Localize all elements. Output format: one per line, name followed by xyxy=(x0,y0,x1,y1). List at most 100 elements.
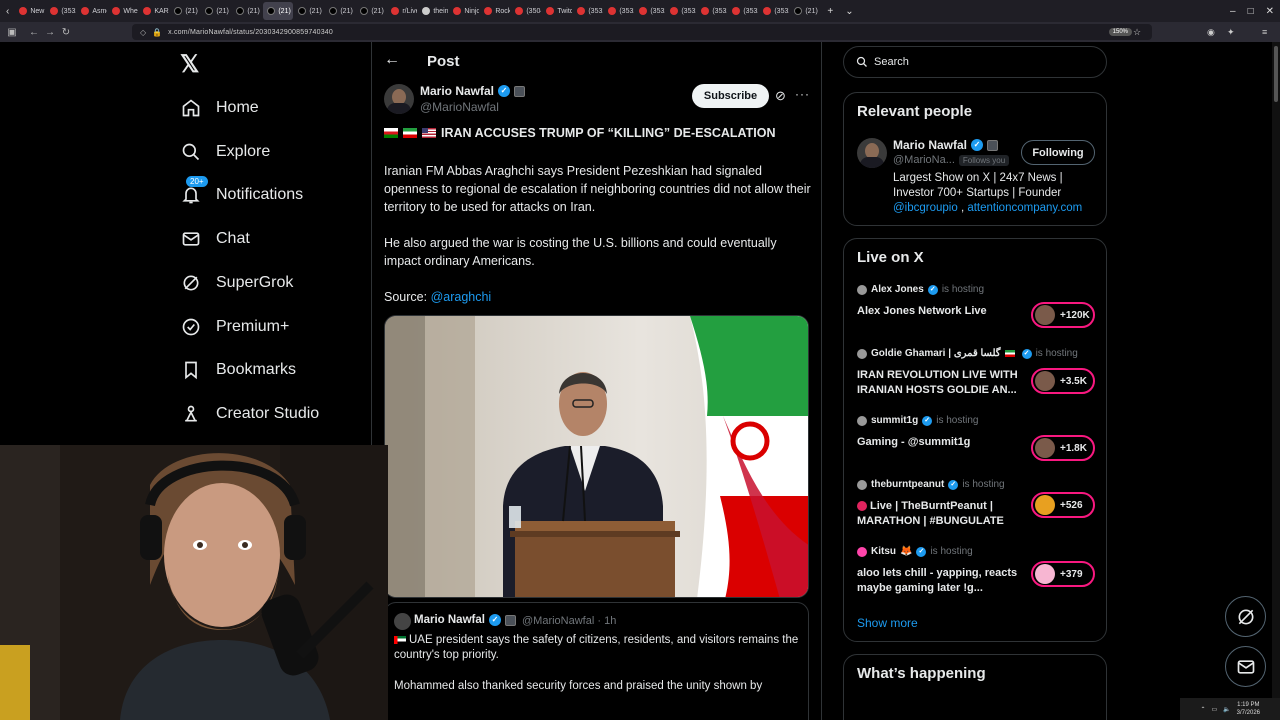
forward-icon[interactable]: → xyxy=(42,27,58,38)
nav-item-bookmarks[interactable]: Bookmarks xyxy=(180,359,296,381)
bookmark-star-icon[interactable]: ☆ xyxy=(1133,27,1141,38)
host-avatar xyxy=(857,284,867,295)
live-listener-count[interactable]: +1.8K xyxy=(1031,435,1095,461)
quote-author-handle[interactable]: @MarioNawfal · 1h xyxy=(522,615,616,627)
nav-item-notifications[interactable]: 20+ Notifications xyxy=(180,176,303,206)
page-title: Post xyxy=(427,53,460,70)
browser-tab[interactable]: (3532 xyxy=(46,2,76,20)
live-listener-count[interactable]: +526 xyxy=(1031,492,1095,518)
quote-author-avatar[interactable] xyxy=(394,613,411,630)
more-options-icon[interactable]: ··· xyxy=(795,87,810,101)
browser-tab[interactable]: (21) 2 xyxy=(294,2,324,20)
nav-item-supergrok[interactable]: SuperGrok xyxy=(180,272,293,294)
nav-item-creator-studio[interactable]: Creator Studio xyxy=(180,403,319,425)
source-link[interactable]: @araghchi xyxy=(431,290,492,304)
tab-favicon-icon xyxy=(608,7,617,15)
nav-item-chat[interactable]: Chat xyxy=(180,228,250,250)
extensions-icon[interactable]: ✦ xyxy=(1227,27,1235,38)
live-listener-count[interactable]: +120K xyxy=(1031,302,1095,328)
nav-item-home[interactable]: Home xyxy=(180,97,259,119)
browser-tab[interactable]: (21) I xyxy=(790,2,820,20)
relevant-verified-icon: ✓ xyxy=(971,139,984,151)
browser-tab[interactable]: r/Live xyxy=(387,2,417,20)
relevant-name-row[interactable]: Mario Nawfal ✓ xyxy=(893,138,999,152)
quote-author-row[interactable]: Mario Nawfal ✓ xyxy=(414,614,516,626)
grok-fab-button[interactable] xyxy=(1225,596,1266,637)
live-title: Gaming - @summit1g xyxy=(857,436,971,448)
search-box[interactable]: Search xyxy=(843,46,1107,78)
back-icon[interactable]: ← xyxy=(26,27,42,38)
zoom-level[interactable]: 150% xyxy=(1108,28,1132,36)
live-listener-count[interactable]: +3.5K xyxy=(1031,368,1095,394)
tray-chevron-icon[interactable]: ⌃ xyxy=(1200,706,1205,713)
relevant-name[interactable]: Mario Nawfal xyxy=(893,138,967,152)
browser-tab[interactable]: (21) I xyxy=(356,2,386,20)
maximize-button[interactable]: □ xyxy=(1242,6,1260,17)
network-icon[interactable]: ▭ xyxy=(1211,706,1217,713)
browser-tab[interactable]: Twitc xyxy=(542,2,572,20)
nav-item-explore[interactable]: Explore xyxy=(180,141,270,163)
browser-tab[interactable]: Rocke xyxy=(480,2,510,20)
browser-tab[interactable]: (21) I xyxy=(201,2,231,20)
notification-badge: 20+ xyxy=(186,176,208,187)
nav-label-bookmarks: Bookmarks xyxy=(216,361,297,378)
url-text[interactable]: x.com/MarioNawfal/status/203034290085974… xyxy=(168,29,333,36)
x-logo-icon[interactable]: 𝕏 xyxy=(180,50,199,79)
url-bar[interactable]: ◇ 🔒 x.com/MarioNawfal/status/20303429008… xyxy=(132,24,1152,40)
subscribe-button[interactable]: Subscribe xyxy=(692,84,769,108)
scrollbar-thumb[interactable] xyxy=(1274,46,1278,102)
author-avatar[interactable] xyxy=(384,84,414,114)
back-arrow-icon[interactable]: ← xyxy=(384,51,400,69)
browser-tab[interactable]: (3532 xyxy=(728,2,758,20)
browser-tab[interactable]: (3532 xyxy=(573,2,603,20)
menu-icon[interactable]: ≡ xyxy=(1262,27,1267,37)
volume-icon[interactable]: 🔈 xyxy=(1223,706,1230,713)
browser-tab[interactable]: (3532 xyxy=(635,2,665,20)
browser-tab[interactable]: (21) xyxy=(263,2,294,20)
browser-tab[interactable]: Wher xyxy=(108,2,138,20)
browser-tab[interactable]: (3532 xyxy=(697,2,727,20)
bio-link-ibcgroupio[interactable]: @ibcgroupio xyxy=(893,202,958,214)
minimize-button[interactable]: – xyxy=(1224,6,1242,17)
close-window-button[interactable]: ✕ xyxy=(1260,6,1280,17)
sidebar-toggle-icon[interactable]: ▣ xyxy=(4,27,20,38)
clock[interactable]: 1:19 PM 3/7/2026 xyxy=(1237,701,1260,717)
author-name-row[interactable]: Mario Nawfal ✓ xyxy=(420,84,526,98)
tab-favicon-icon xyxy=(236,7,245,15)
new-tab-button[interactable]: + xyxy=(821,6,839,17)
browser-tab[interactable]: (21) I xyxy=(325,2,355,20)
browser-tab[interactable]: theine xyxy=(418,2,448,20)
bio-link-attentioncompany[interactable]: attentioncompany.com xyxy=(967,202,1082,214)
post-image[interactable] xyxy=(384,315,809,598)
messages-fab-button[interactable] xyxy=(1225,646,1266,687)
lock-icon[interactable]: 🔒 xyxy=(152,28,162,37)
browser-tab[interactable]: (3532 xyxy=(666,2,696,20)
browser-tab[interactable]: (21) I xyxy=(170,2,200,20)
live-listener-count[interactable]: +379 xyxy=(1031,561,1095,587)
tab-list-icon[interactable]: ‹ xyxy=(0,6,15,17)
browser-tab[interactable]: (21) I xyxy=(232,2,262,20)
author-handle[interactable]: @MarioNawfal xyxy=(420,100,499,114)
browser-tab[interactable]: New xyxy=(15,2,45,20)
shield-icon[interactable]: ◇ xyxy=(140,28,146,37)
relevant-handle[interactable]: @MarioNa... xyxy=(893,154,955,166)
tab-overflow-icon[interactable]: ⌄ xyxy=(839,6,859,17)
browser-tab[interactable]: (3532 xyxy=(759,2,789,20)
show-more-link[interactable]: Show more xyxy=(857,616,918,630)
browser-tab[interactable]: (3504 xyxy=(511,2,541,20)
author-name[interactable]: Mario Nawfal xyxy=(420,84,494,98)
following-button[interactable]: Following xyxy=(1021,140,1095,165)
browser-tab[interactable]: Ninjo xyxy=(449,2,479,20)
browser-tab[interactable]: Asmo xyxy=(77,2,107,20)
quote-author-name[interactable]: Mario Nawfal xyxy=(414,614,485,626)
search-placeholder[interactable]: Search xyxy=(874,56,909,68)
page-scrollbar[interactable] xyxy=(1272,42,1280,720)
relevant-avatar[interactable] xyxy=(857,138,887,168)
browser-tab[interactable]: (3532 xyxy=(604,2,634,20)
quoted-post[interactable]: Mario Nawfal ✓ @MarioNawfal · 1h UAE pre… xyxy=(384,602,809,720)
reload-icon[interactable]: ↻ xyxy=(58,27,74,38)
nav-item-premium[interactable]: Premium+ xyxy=(180,316,289,338)
browser-tab[interactable]: KARE xyxy=(139,2,169,20)
account-icon[interactable]: ◉ xyxy=(1207,27,1215,38)
grok-analyze-icon[interactable]: ⊘ xyxy=(775,88,786,104)
